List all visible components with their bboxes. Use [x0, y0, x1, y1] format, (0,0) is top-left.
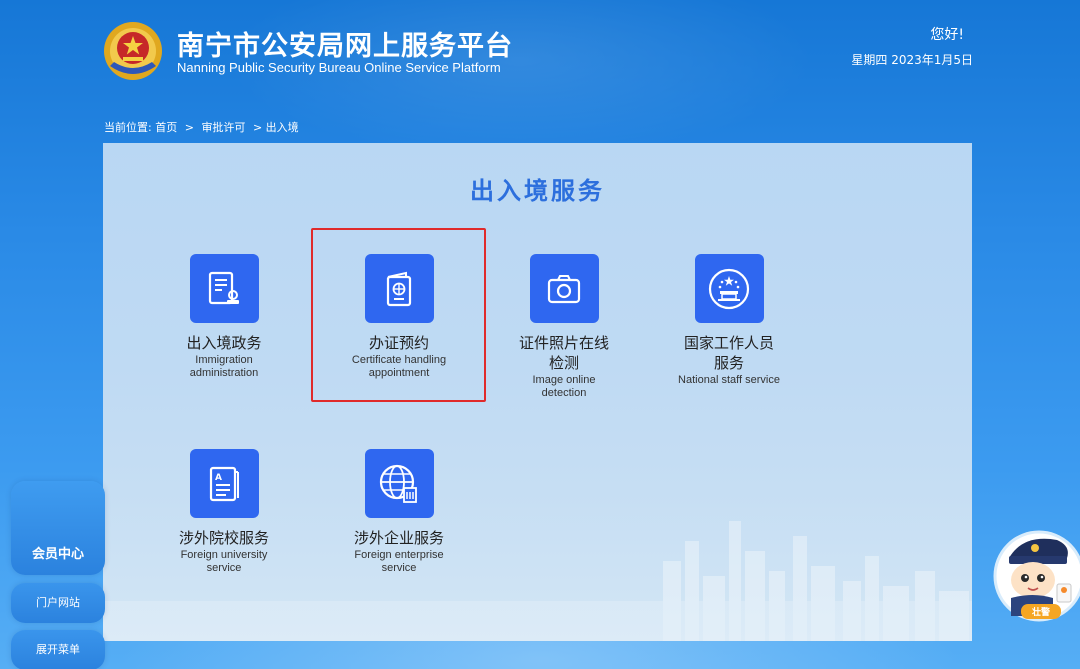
tile-label-en: service: [381, 562, 417, 574]
panel-title: 出入境服务: [470, 177, 605, 205]
document-stamp-icon: [208, 271, 239, 304]
tile-label-cn: 检测: [548, 354, 579, 372]
breadcrumb-approval[interactable]: 审批许可: [201, 119, 245, 135]
tile-label-cn: 出入境政务: [186, 334, 262, 352]
globe-building-icon: [379, 464, 417, 503]
breadcrumb-exit-entry[interactable]: 出入境: [266, 119, 299, 135]
tile-icon-box: [364, 449, 434, 518]
tile-label-en: Image online: [532, 374, 596, 386]
tile-icon-box: [694, 254, 764, 323]
highlight-box: [311, 228, 486, 402]
site-title: 南宁市公安局网上服务平台: [177, 31, 513, 62]
tile-label-cn: 涉外院校服务: [178, 529, 269, 547]
tile-label-cn: 涉外企业服务: [353, 529, 444, 547]
tile-photo-detection[interactable]: 证件照片在线 检测 Image online detection: [489, 254, 639, 400]
tile-icon-box: [529, 254, 599, 323]
mascot-label: 壮警: [1032, 606, 1050, 618]
tile-label-en: service: [206, 562, 242, 574]
tile-foreign-university-service[interactable]: A 涉外院校服务 Foreign university service: [149, 449, 299, 575]
tile-label-cn: 服务: [713, 354, 744, 372]
tile-icon-box: A: [189, 449, 259, 518]
date-display: 星期四 2023年1月5日: [851, 53, 973, 67]
book-icon: A: [209, 466, 239, 501]
member-center-label: 会员中心: [31, 547, 84, 562]
expand-menu-button[interactable]: 展开菜单: [11, 630, 105, 669]
service-panel: 出入境服务 出入境政务 Immigration administration 办…: [103, 143, 972, 641]
breadcrumb: 当前位置: 首页 > 审批许可 > 出入境: [104, 119, 299, 135]
tile-label-cn: 国家工作人员: [683, 334, 774, 352]
breadcrumb-separator: >: [252, 121, 263, 134]
police-emblem-icon: [104, 22, 162, 80]
tile-foreign-enterprise-service[interactable]: 涉外企业服务 Foreign enterprise service: [324, 449, 474, 575]
tile-label-en: Immigration: [195, 354, 253, 366]
tile-label-cn: 证件照片在线: [518, 334, 609, 352]
tile-label-en: Foreign university: [180, 549, 268, 561]
tile-national-staff-service[interactable]: 国家工作人员 服务 National staff service: [654, 254, 804, 387]
tile-icon-box: [189, 254, 259, 323]
breadcrumb-prefix: 当前位置:: [104, 121, 152, 134]
tile-label-en: detection: [541, 387, 587, 399]
breadcrumb-home[interactable]: 首页: [155, 119, 177, 135]
breadcrumb-separator: >: [184, 121, 194, 134]
camera-icon: [547, 274, 581, 303]
national-emblem-icon: [708, 268, 750, 309]
site-subtitle: Nanning Public Security Bureau Online Se…: [177, 60, 501, 75]
portal-site-button[interactable]: 门户网站: [11, 583, 105, 623]
tile-label-en: National staff service: [678, 374, 780, 386]
police-mascot-icon[interactable]: 壮警: [993, 528, 1080, 624]
greeting: 您好!: [930, 27, 964, 43]
tile-label-en: Foreign enterprise: [354, 549, 444, 561]
header: 南宁市公安局网上服务平台 Nanning Public Security Bur…: [0, 0, 1080, 100]
member-center-button[interactable]: 会员中心: [11, 481, 105, 575]
tile-immigration-administration[interactable]: 出入境政务 Immigration administration: [149, 254, 299, 380]
tile-label-en: administration: [189, 367, 259, 379]
svg-text:A: A: [215, 473, 222, 483]
